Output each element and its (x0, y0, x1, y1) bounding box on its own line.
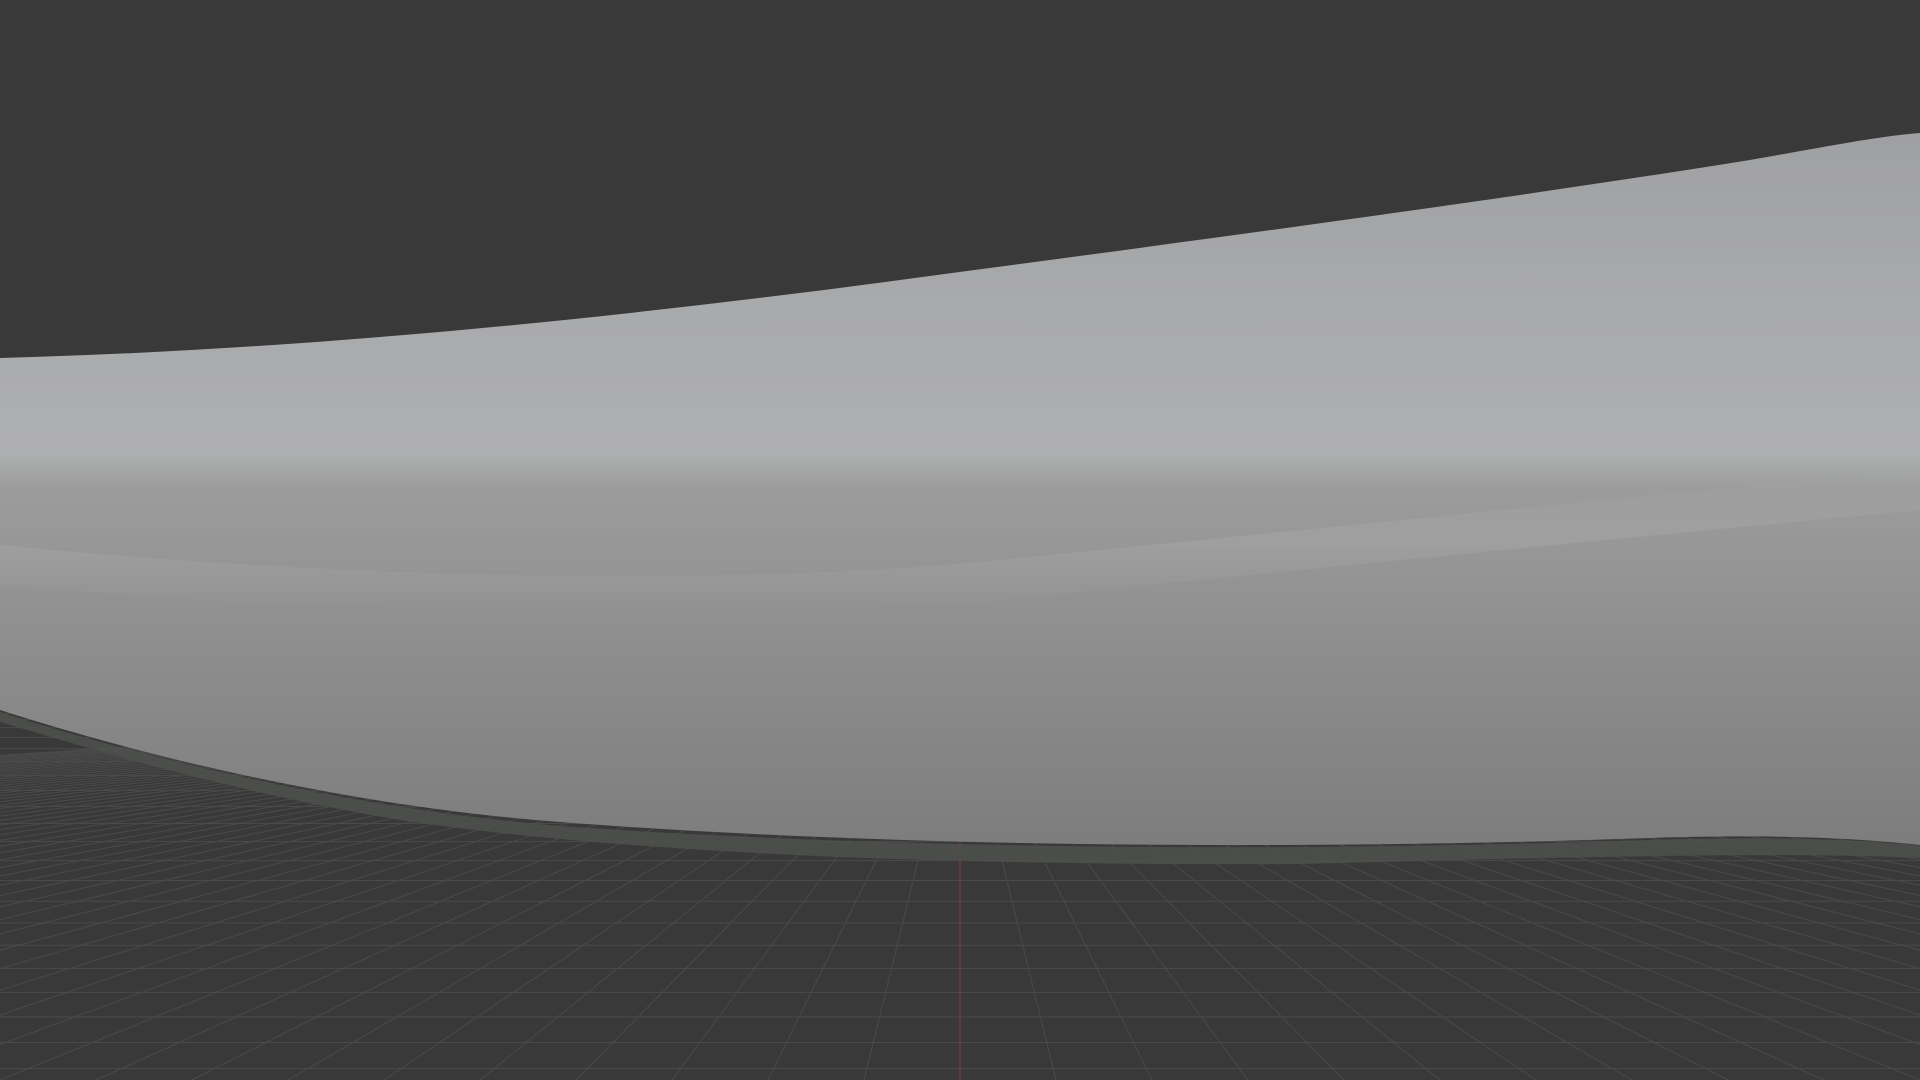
viewport-scene[interactable] (0, 0, 1920, 1080)
3d-viewport[interactable] (0, 0, 1920, 1080)
